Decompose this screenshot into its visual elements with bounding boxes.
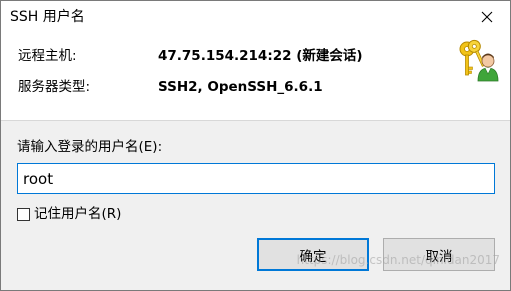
username-prompt-label: 请输入登录的用户名(E):: [17, 139, 163, 155]
username-input[interactable]: [17, 163, 495, 194]
window-title: SSH 用户名: [10, 9, 85, 25]
server-type-label: 服务器类型:: [18, 79, 91, 95]
keys-user-icon: [459, 39, 499, 82]
host-label: 远程主机:: [18, 48, 77, 64]
ssh-username-dialog: SSH 用户名 远程主机: 47.75.154.214:22 (新建会话) 服务…: [0, 0, 511, 291]
title-bar: SSH 用户名: [1, 1, 510, 32]
remember-username-label[interactable]: 记住用户名(R): [34, 205, 121, 223]
session-info: 远程主机: 47.75.154.214:22 (新建会话) 服务器类型: SSH…: [1, 32, 510, 120]
remember-username-checkbox[interactable]: [17, 207, 30, 221]
close-button[interactable]: [464, 1, 510, 32]
close-icon: [481, 11, 493, 22]
remember-username-row[interactable]: 记住用户名(R): [17, 205, 121, 223]
server-type-value: SSH2, OpenSSH_6.6.1: [158, 79, 323, 95]
watermark: https://blog.csdn.net/qinidan2017: [296, 253, 500, 267]
host-value: 47.75.154.214:22 (新建会话): [158, 48, 363, 64]
